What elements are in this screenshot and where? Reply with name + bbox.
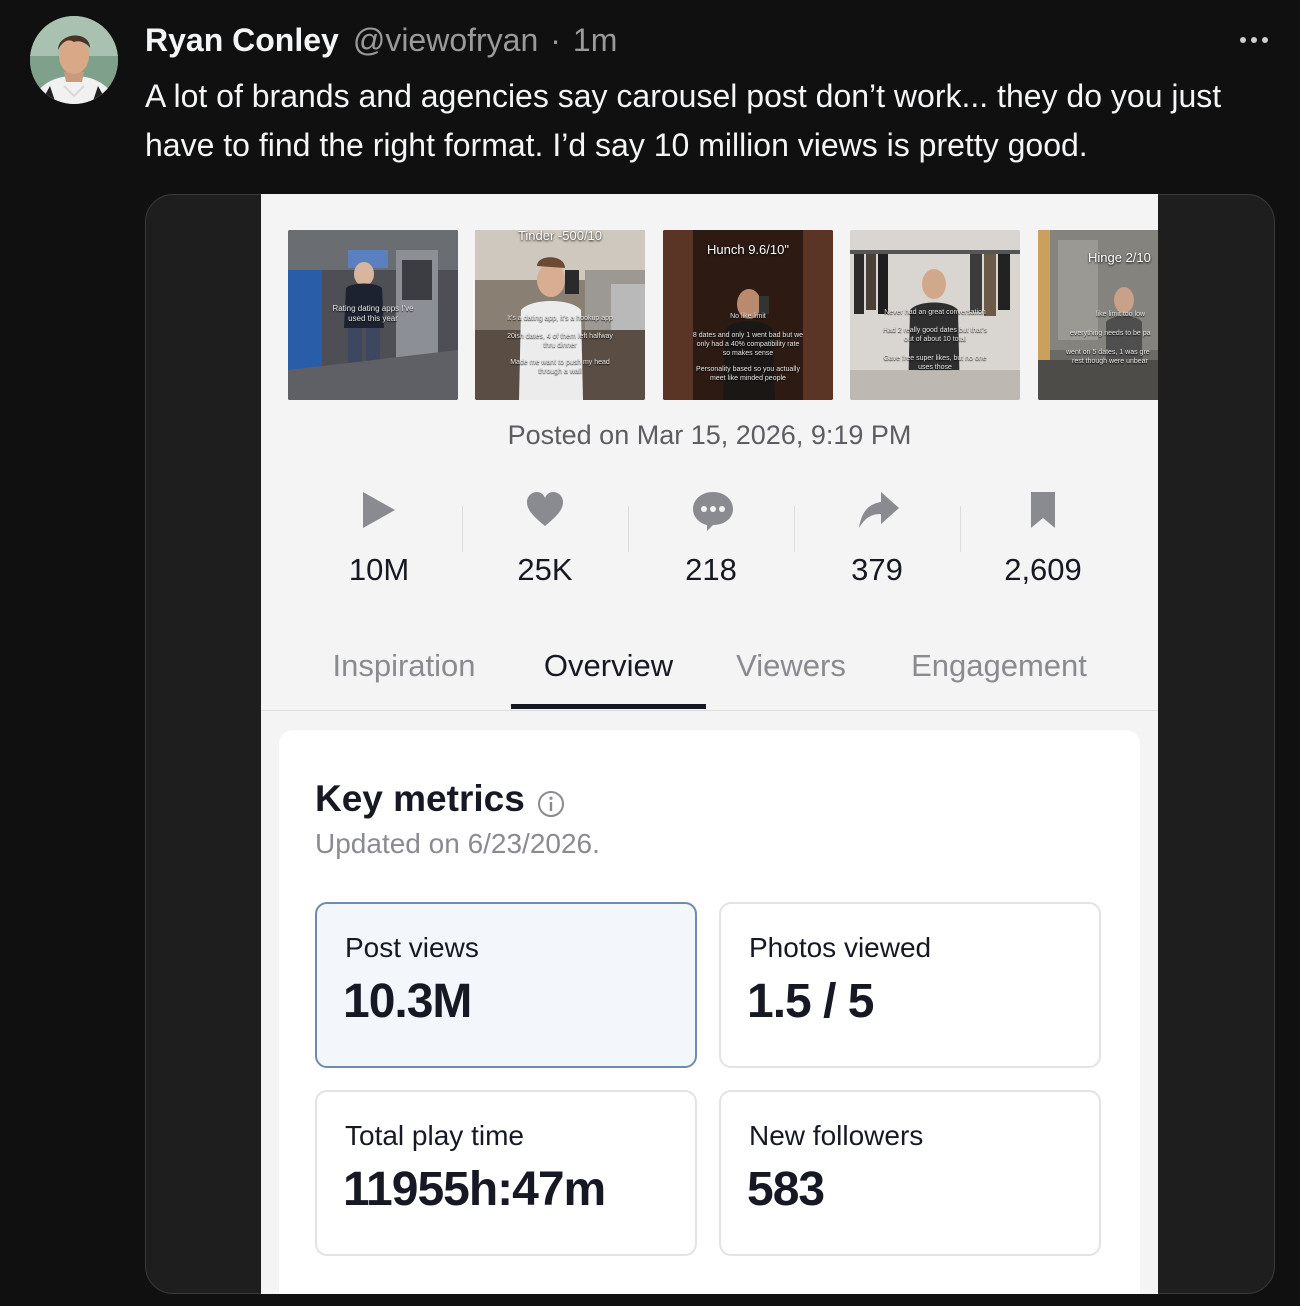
stat-value: 10M — [348, 552, 410, 587]
metric-label: Total play time — [345, 1120, 524, 1151]
thumbnail-caption: Made me want to push my head — [510, 359, 610, 366]
analytics-tabs: Inspiration Overview Viewers Engagement — [261, 634, 1158, 711]
thumbnail-caption: Personality based so you actually — [696, 366, 800, 373]
thumbnail-title: Tinder -500/10 — [517, 230, 603, 243]
thumbnail-caption: everything needs to be pa — [1070, 330, 1151, 337]
thumbnail-caption: 8 dates and only 1 went bad but we — [692, 332, 804, 339]
thumbnail-caption: No like limit — [730, 313, 766, 320]
thumbnail-caption: rest though were unbear — [1072, 358, 1148, 365]
post-text: A lot of brands and agencies say carouse… — [145, 78, 1222, 163]
author-handle[interactable]: @viewofryan — [353, 22, 538, 59]
post-timestamp[interactable]: 1m — [573, 22, 617, 59]
carousel-thumbnail[interactable]: Never had an great conversation Had 2 re… — [850, 230, 1020, 400]
stat-value: 218 — [685, 552, 737, 587]
stat-saves: 2,609 — [960, 490, 1126, 600]
metric-post-views[interactable]: Post views 10.3M — [315, 902, 697, 1068]
tab-viewers[interactable]: Viewers — [716, 634, 866, 710]
thumbnail-caption: Gave free super likes, but no one — [883, 355, 987, 362]
post-stats: 10M 25K 218 379 2,609 — [296, 490, 1126, 600]
info-icon[interactable] — [537, 785, 565, 817]
metric-value: 11955h:47m — [343, 1163, 606, 1216]
comment-icon — [691, 490, 733, 531]
thumbnail-caption: uses those — [918, 364, 952, 371]
thumbnail-caption: went on 5 dates, 1 was gre — [1066, 349, 1150, 356]
stat-comments: 218 — [628, 490, 794, 600]
metric-total-play-time[interactable]: Total play time 11955h:47m — [315, 1090, 697, 1256]
author-name[interactable]: Ryan Conley — [145, 22, 339, 59]
tab-overview[interactable]: Overview — [511, 634, 706, 710]
heart-icon — [525, 490, 565, 530]
avatar[interactable] — [30, 16, 118, 104]
thumbnail-caption: out of about 10 total — [904, 336, 966, 343]
metric-value: 583 — [747, 1163, 825, 1216]
carousel-thumbnail[interactable]: Tinder -500/10 It's a dating app, it's a… — [475, 230, 645, 400]
carousel-thumbnail[interactable]: Hunch 9.6/10" No like limit 8 dates and … — [663, 230, 833, 400]
thumbnail-caption: so makes sense — [722, 350, 774, 357]
metric-new-followers[interactable]: New followers 583 — [719, 1090, 1101, 1256]
thumbnail-caption: Never had an great conversation — [884, 309, 986, 316]
tab-inspiration[interactable]: Inspiration — [309, 634, 499, 710]
thumbnail-caption: It's a dating app, it's a hookup app — [507, 315, 613, 322]
metric-value: 1.5 / 5 — [747, 975, 874, 1028]
stat-views: 10M — [296, 490, 462, 600]
embedded-screenshot[interactable]: Rating dating apps I've used this year T… — [261, 194, 1158, 1294]
stat-value: 2,609 — [1004, 552, 1082, 587]
stat-shares: 379 — [794, 490, 960, 600]
play-icon — [359, 490, 399, 530]
thumbnail-caption: thru dinner — [543, 342, 577, 349]
posted-date: Posted on Mar 15, 2026, 9:19 PM — [507, 420, 912, 450]
thumbnail-caption: Rating dating apps I've — [332, 304, 414, 313]
bookmark-icon — [1023, 490, 1063, 530]
metric-photos-viewed[interactable]: Photos viewed 1.5 / 5 — [719, 902, 1101, 1068]
thumbnail-caption: 20ish dates, 4 of them left halfway — [507, 333, 613, 340]
metric-label: New followers — [749, 1120, 924, 1151]
more-options-icon[interactable] — [1236, 22, 1272, 58]
active-tab-indicator — [511, 704, 706, 709]
thumbnail-caption: like limit too low — [1096, 311, 1146, 318]
metric-label: Photos viewed — [749, 932, 932, 963]
metric-label: Post views — [345, 932, 479, 963]
thumbnail-title: Hunch 9.6/10" — [707, 242, 789, 257]
meta-separator: · — [550, 21, 561, 58]
thumbnail-caption: meet like minded people — [710, 375, 786, 382]
carousel-thumbnail[interactable]: Rating dating apps I've used this year — [288, 230, 458, 400]
thumbnail-caption: through a wall — [538, 368, 582, 375]
share-icon — [857, 490, 899, 530]
stat-value: 379 — [851, 552, 903, 587]
updated-date: Updated on 6/23/2026. — [315, 828, 600, 859]
key-metrics-title: Key metrics — [315, 778, 525, 819]
carousel-thumbnails: Rating dating apps I've used this year T… — [288, 230, 1158, 400]
thumbnail-caption: Had 2 really good dates but that's — [882, 327, 988, 334]
thumbnail-caption: only had a 40% compatibility rate — [696, 341, 800, 348]
stat-value: 25K — [517, 552, 573, 587]
carousel-thumbnail[interactable]: Hinge 2/10 like limit too low everything… — [1038, 230, 1158, 400]
thumbnail-caption: used this year — [348, 314, 398, 323]
tab-engagement[interactable]: Engagement — [889, 634, 1109, 710]
stat-likes: 25K — [462, 490, 628, 600]
metric-value: 10.3M — [343, 975, 472, 1028]
thumbnail-title: Hinge 2/10 — [1088, 250, 1151, 265]
key-metrics-card: Key metrics Updated on 6/23/2026. Post v… — [279, 730, 1140, 1294]
